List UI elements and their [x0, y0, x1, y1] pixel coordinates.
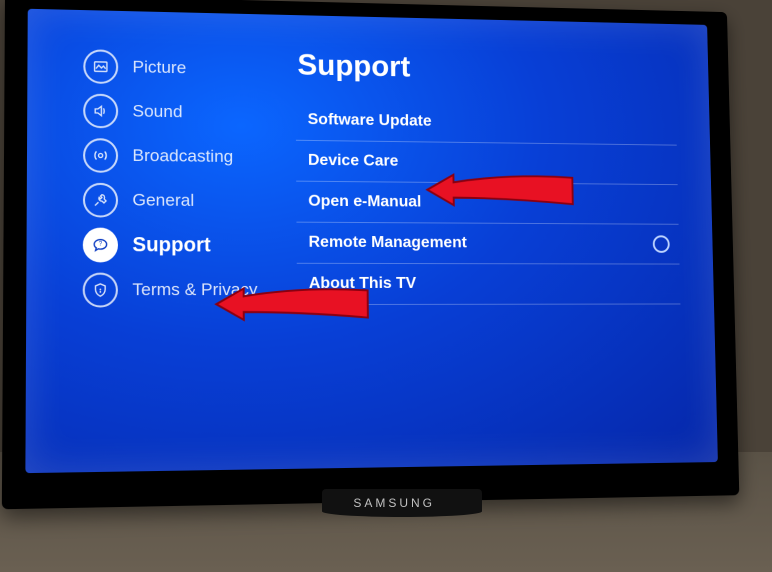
- option-remote-management[interactable]: Remote Management: [296, 223, 679, 265]
- content-panel: Support Software Update Device Care Open…: [269, 48, 683, 434]
- sidebar-item-label: Support: [132, 233, 210, 257]
- sidebar-item-picture[interactable]: Picture: [77, 44, 270, 92]
- option-about-this-tv[interactable]: About This TV: [297, 264, 681, 305]
- sidebar-item-sound[interactable]: Sound: [77, 88, 270, 135]
- option-software-update[interactable]: Software Update: [296, 100, 677, 146]
- option-label: About This TV: [309, 275, 416, 293]
- option-label: Software Update: [308, 111, 432, 131]
- sidebar-item-label: Broadcasting: [132, 146, 233, 167]
- general-icon: [83, 183, 118, 218]
- sidebar-item-label: Picture: [132, 57, 186, 78]
- sound-icon: [83, 94, 118, 129]
- sidebar-item-broadcasting[interactable]: Broadcasting: [77, 133, 270, 179]
- tv-frame: Picture Sound Broadcasting: [2, 0, 739, 509]
- sidebar-item-label: General: [132, 190, 194, 211]
- option-label: Remote Management: [309, 234, 467, 253]
- sidebar-item-label: Terms & Privacy: [132, 280, 257, 300]
- tv-screen: Picture Sound Broadcasting: [25, 9, 718, 473]
- tv-brand-logo: SAMSUNG: [353, 496, 435, 510]
- privacy-icon: [83, 273, 118, 308]
- sidebar-item-terms-privacy[interactable]: Terms & Privacy: [76, 267, 271, 312]
- sidebar-item-support[interactable]: ? Support: [77, 222, 271, 267]
- option-open-e-manual[interactable]: Open e-Manual: [296, 182, 678, 225]
- page-title: Support: [297, 49, 675, 89]
- sidebar-item-general[interactable]: General: [77, 178, 271, 224]
- option-label: Open e-Manual: [308, 193, 421, 212]
- option-label: Device Care: [308, 152, 398, 171]
- svg-text:?: ?: [99, 242, 103, 248]
- support-icon: ?: [83, 228, 118, 263]
- broadcasting-icon: [83, 138, 118, 173]
- option-device-care[interactable]: Device Care: [296, 141, 678, 185]
- sidebar-item-label: Sound: [132, 101, 182, 122]
- settings-sidebar: Picture Sound Broadcasting: [76, 44, 272, 437]
- picture-icon: [83, 49, 118, 84]
